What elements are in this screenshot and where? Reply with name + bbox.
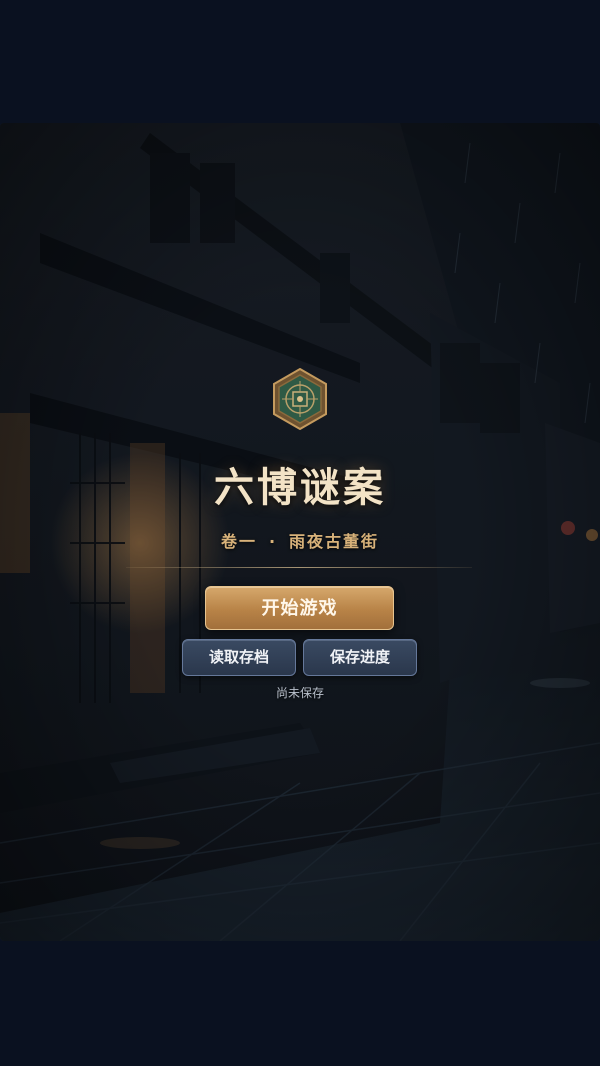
chapter-name: 雨夜古董街 xyxy=(289,532,380,551)
subtitle-separator: · xyxy=(268,532,278,551)
game-title: 六博谜案 xyxy=(214,464,386,511)
save-progress-button[interactable]: 保存进度 xyxy=(303,639,417,676)
start-game-button[interactable]: 开始游戏 xyxy=(205,586,394,630)
load-save-button[interactable]: 读取存档 xyxy=(182,639,296,676)
save-status-text: 尚未保存 xyxy=(275,686,324,700)
liubo-board-emblem-icon xyxy=(272,367,328,431)
game-screen: 六博谜案 卷一 · 雨夜古董街 开始游戏 读取存档 保存进度 尚未保存 xyxy=(0,0,600,1066)
title-divider xyxy=(126,567,472,568)
chapter-subtitle: 卷一 · 雨夜古董街 xyxy=(0,528,600,552)
volume-label: 卷一 xyxy=(220,532,257,551)
